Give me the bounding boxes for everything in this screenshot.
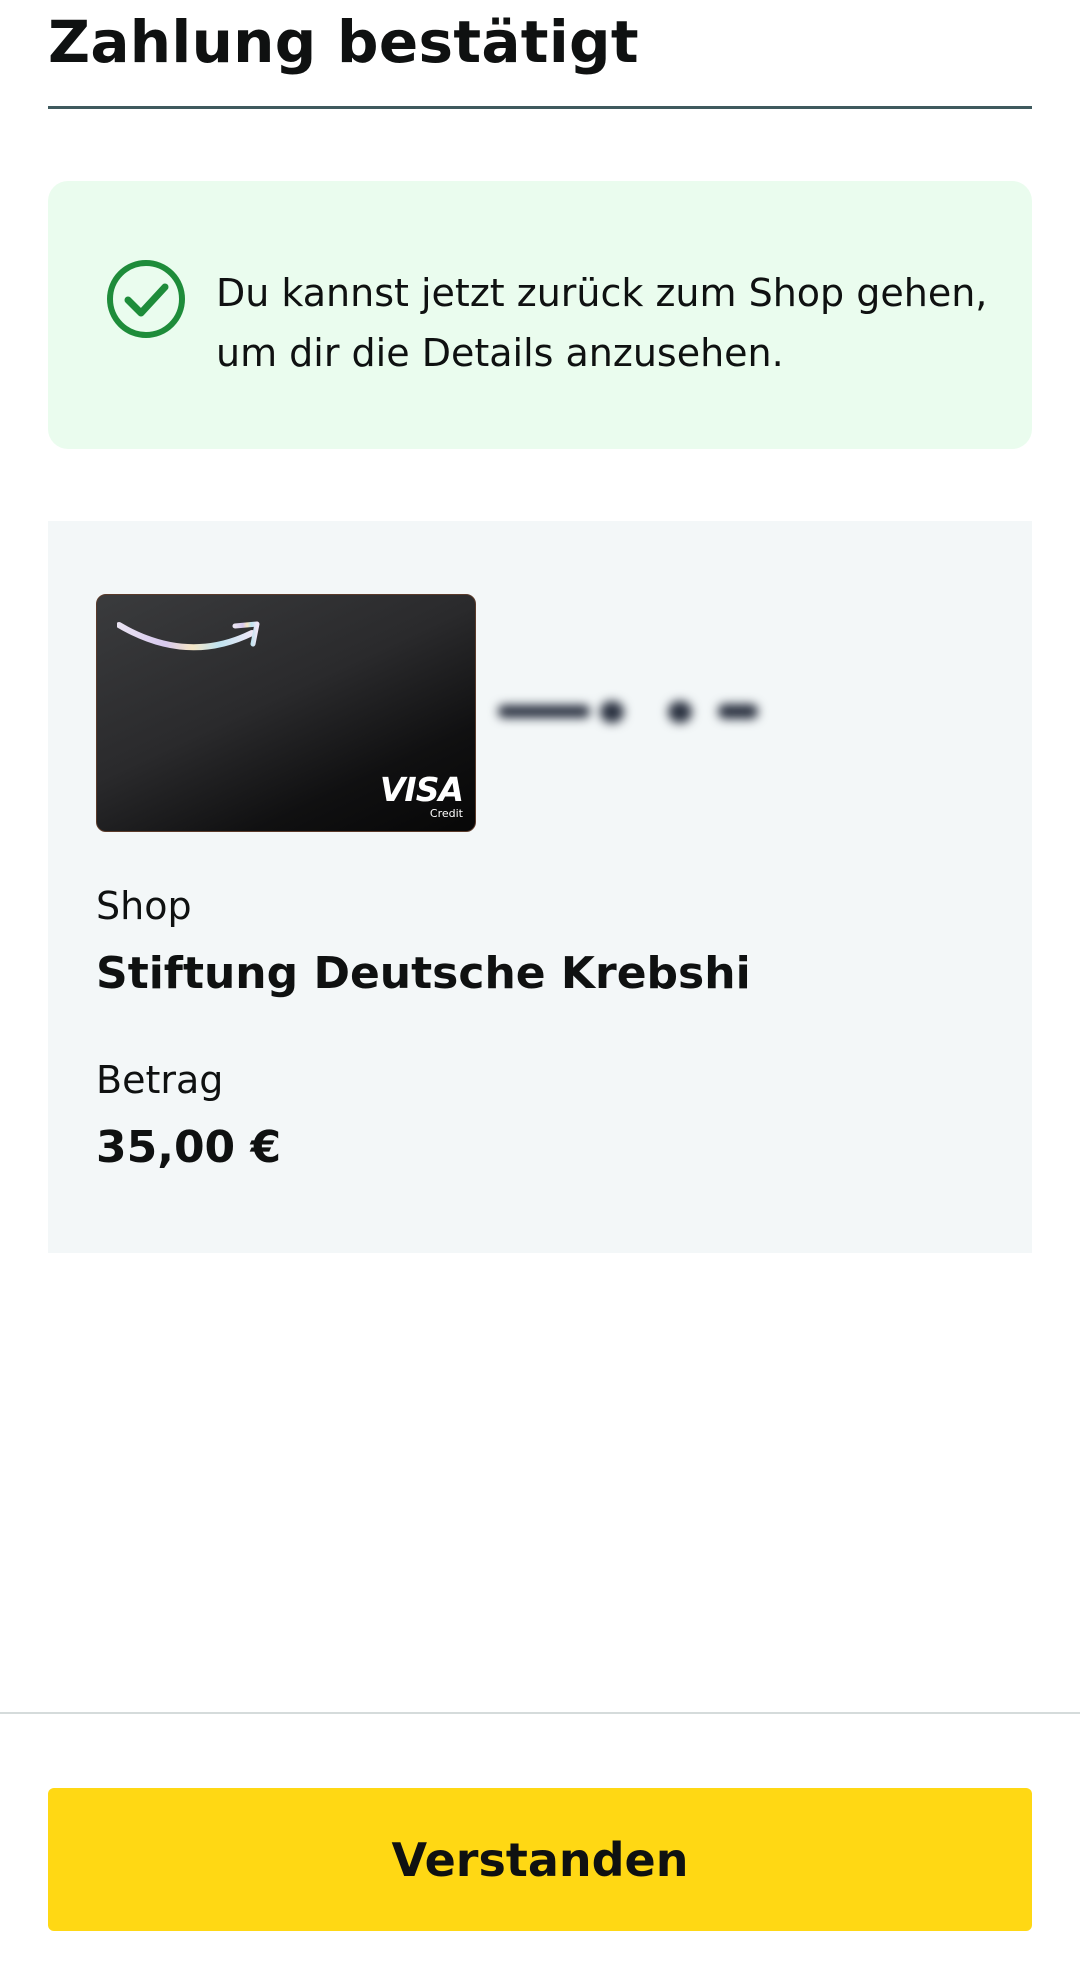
card-network-logo: VISA Credit [379,770,464,821]
masked-card-number [490,687,790,737]
payment-card-image: VISA Credit [96,594,476,832]
check-circle-icon [106,259,186,339]
shop-name: Stiftung Deutsche Krebshi [96,948,751,999]
amount-label: Betrag [96,1058,224,1102]
card-network-name: VISA [379,770,464,809]
success-message: Du kannst jetzt zurück zum Shop gehen, u… [216,263,1016,383]
amazon-smile-logo [117,617,267,661]
title-divider [48,106,1032,109]
success-alert: Du kannst jetzt zurück zum Shop gehen, u… [48,181,1032,449]
success-message-line-1: Du kannst jetzt zurück zum Shop gehen, [216,271,988,315]
amount-value: 35,00 € [96,1122,282,1173]
payment-details-card: VISA Credit Shop Stiftung Deutsche Krebs… [48,521,1032,1253]
success-message-line-2: um dir die Details anzusehen. [216,331,784,375]
footer-divider [0,1712,1080,1714]
confirm-button[interactable]: Verstanden [48,1788,1032,1931]
page-title: Zahlung bestätigt [48,8,639,76]
shop-label: Shop [96,884,192,928]
